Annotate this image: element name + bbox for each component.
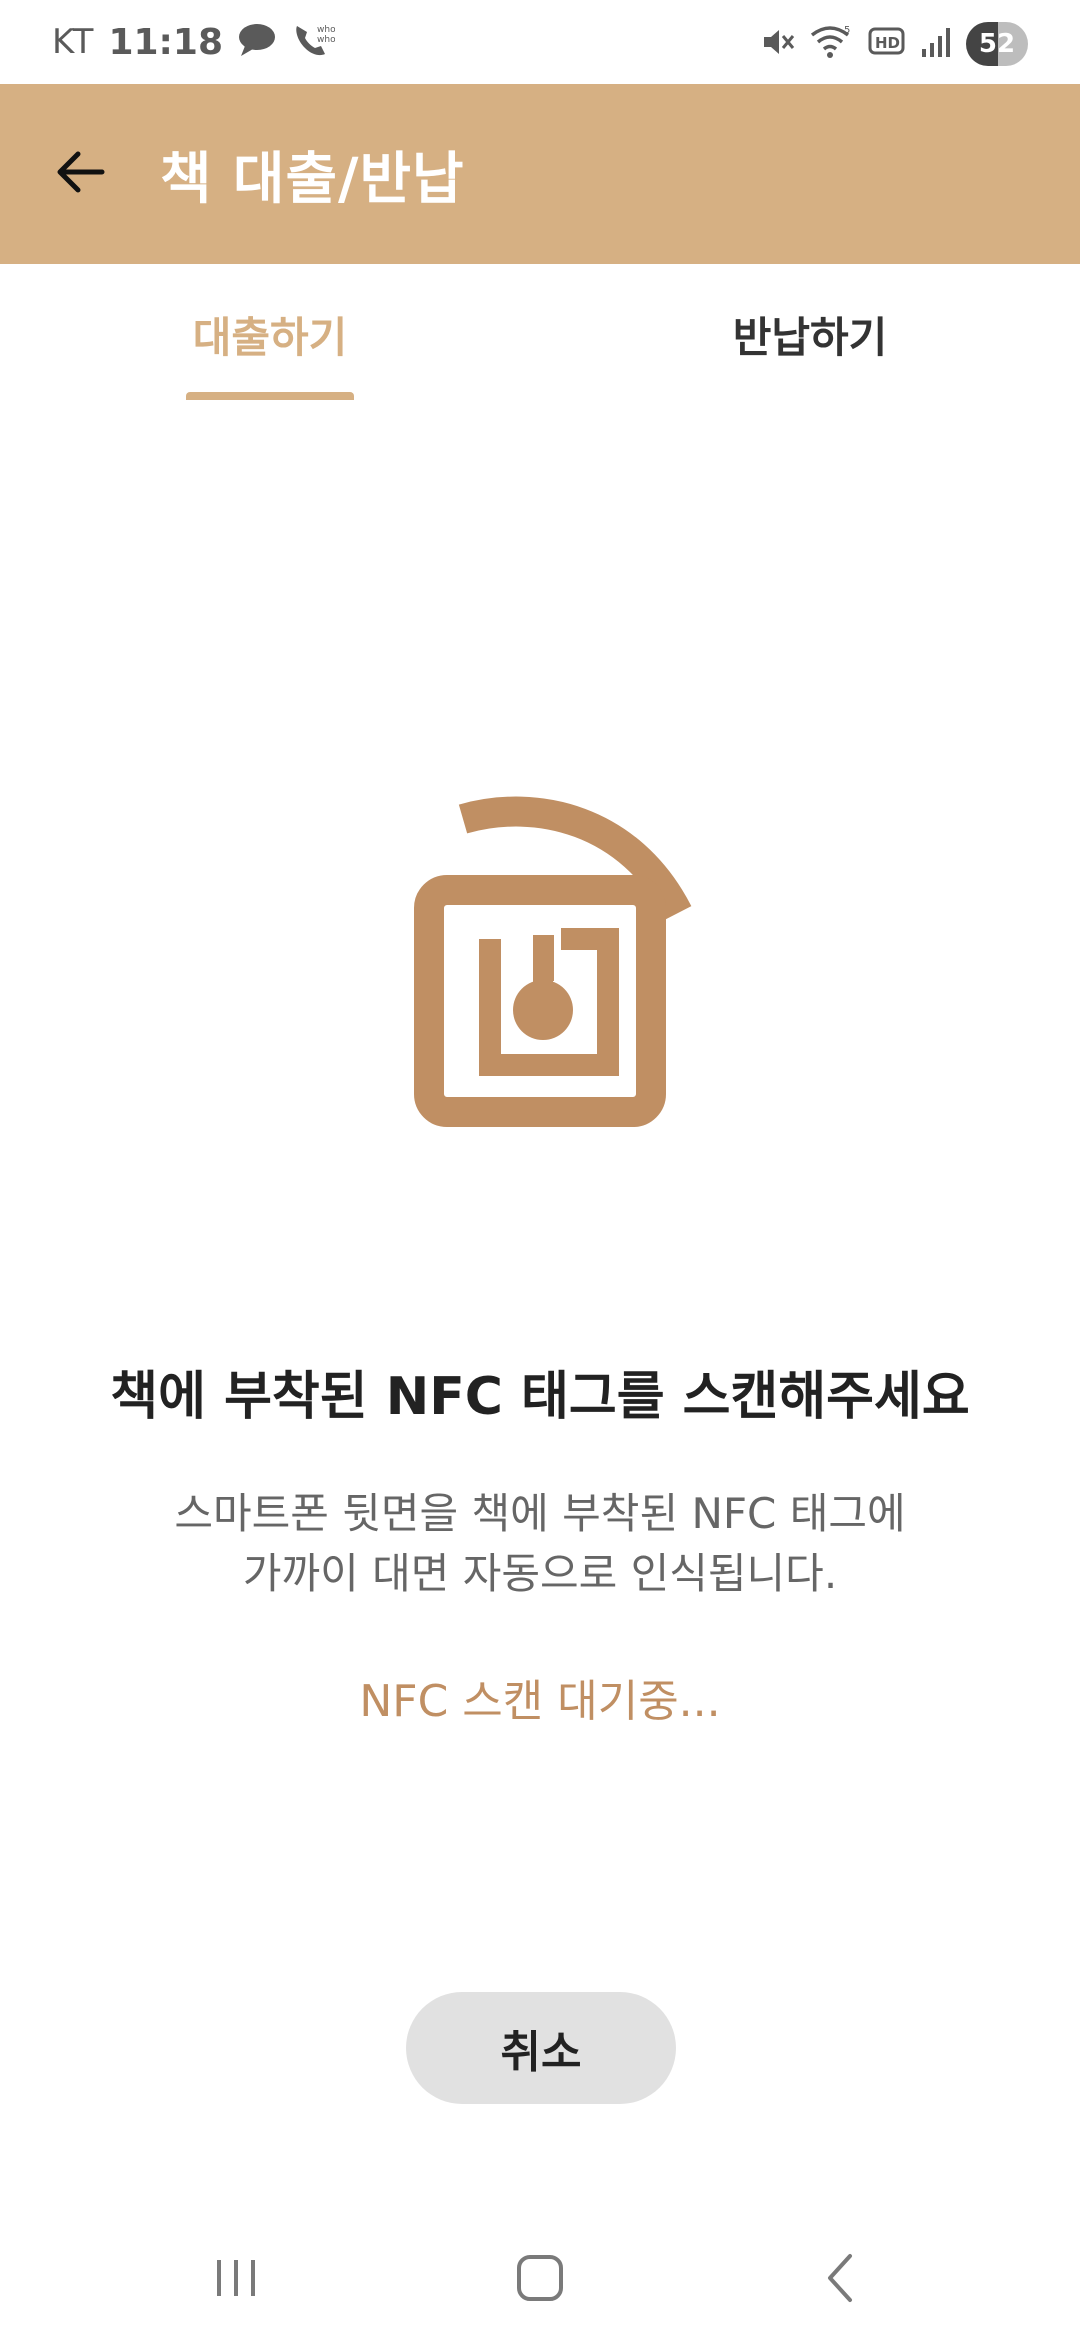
- back-button[interactable]: [46, 140, 114, 208]
- signal-icon: [920, 25, 952, 63]
- tab-indicator: [186, 392, 354, 400]
- hd-icon: HD: [868, 26, 906, 62]
- status-bar: KT 11:18 who who 5 HD 52: [0, 0, 1080, 84]
- scan-description-line: 가까이 대면 자동으로 인식됩니다.: [242, 1549, 838, 1598]
- tab-return-label: 반납하기: [732, 313, 888, 362]
- recent-apps-button[interactable]: [176, 2244, 296, 2316]
- scan-instruction-description: 스마트폰 뒷면을 책에 부착된 NFC 태그에 가까이 대면 자동으로 인식됩니…: [80, 1484, 1000, 1604]
- home-icon: [514, 2252, 566, 2308]
- scan-description-line: 스마트폰 뒷면을 책에 부착된 NFC 태그에: [174, 1489, 906, 1538]
- scan-status-text: NFC 스캔 대기중...: [359, 1676, 721, 1727]
- scan-instruction-title: 책에 부착된 NFC 태그를 스캔해주세요: [110, 1367, 970, 1427]
- tab-loan[interactable]: 대출하기: [0, 264, 540, 404]
- clock: 11:18: [108, 21, 224, 63]
- svg-text:HD: HD: [875, 34, 900, 52]
- nav-back-button[interactable]: [780, 2244, 900, 2316]
- app-bar: 책 대출/반납: [0, 84, 1080, 264]
- wifi-icon: 5: [810, 23, 854, 65]
- cancel-button[interactable]: 취소: [406, 1992, 676, 2104]
- page-title: 책 대출/반납: [160, 147, 465, 212]
- carrier-label: KT: [52, 22, 95, 62]
- recent-apps-icon: [211, 2254, 261, 2306]
- chat-bubble-icon: [237, 22, 277, 62]
- svg-text:who: who: [317, 25, 335, 35]
- battery-indicator: 52: [966, 22, 1028, 66]
- back-icon: [820, 2252, 860, 2308]
- screen: KT 11:18 who who 5 HD 52 책 대출/반납 대출하기 반납…: [0, 0, 1080, 2340]
- mute-icon: [760, 24, 796, 64]
- home-button[interactable]: [480, 2244, 600, 2316]
- tab-bar: 대출하기 반납하기: [0, 264, 1080, 404]
- nfc-tag-icon: [408, 795, 740, 1138]
- tab-loan-label: 대출하기: [192, 313, 348, 362]
- svg-text:5: 5: [844, 25, 850, 36]
- arrow-left-icon: [52, 144, 108, 204]
- whowho-call-icon: who who: [291, 20, 336, 64]
- system-navigation-bar: [0, 2220, 1080, 2340]
- svg-text:who: who: [317, 35, 335, 45]
- tab-return[interactable]: 반납하기: [540, 264, 1080, 404]
